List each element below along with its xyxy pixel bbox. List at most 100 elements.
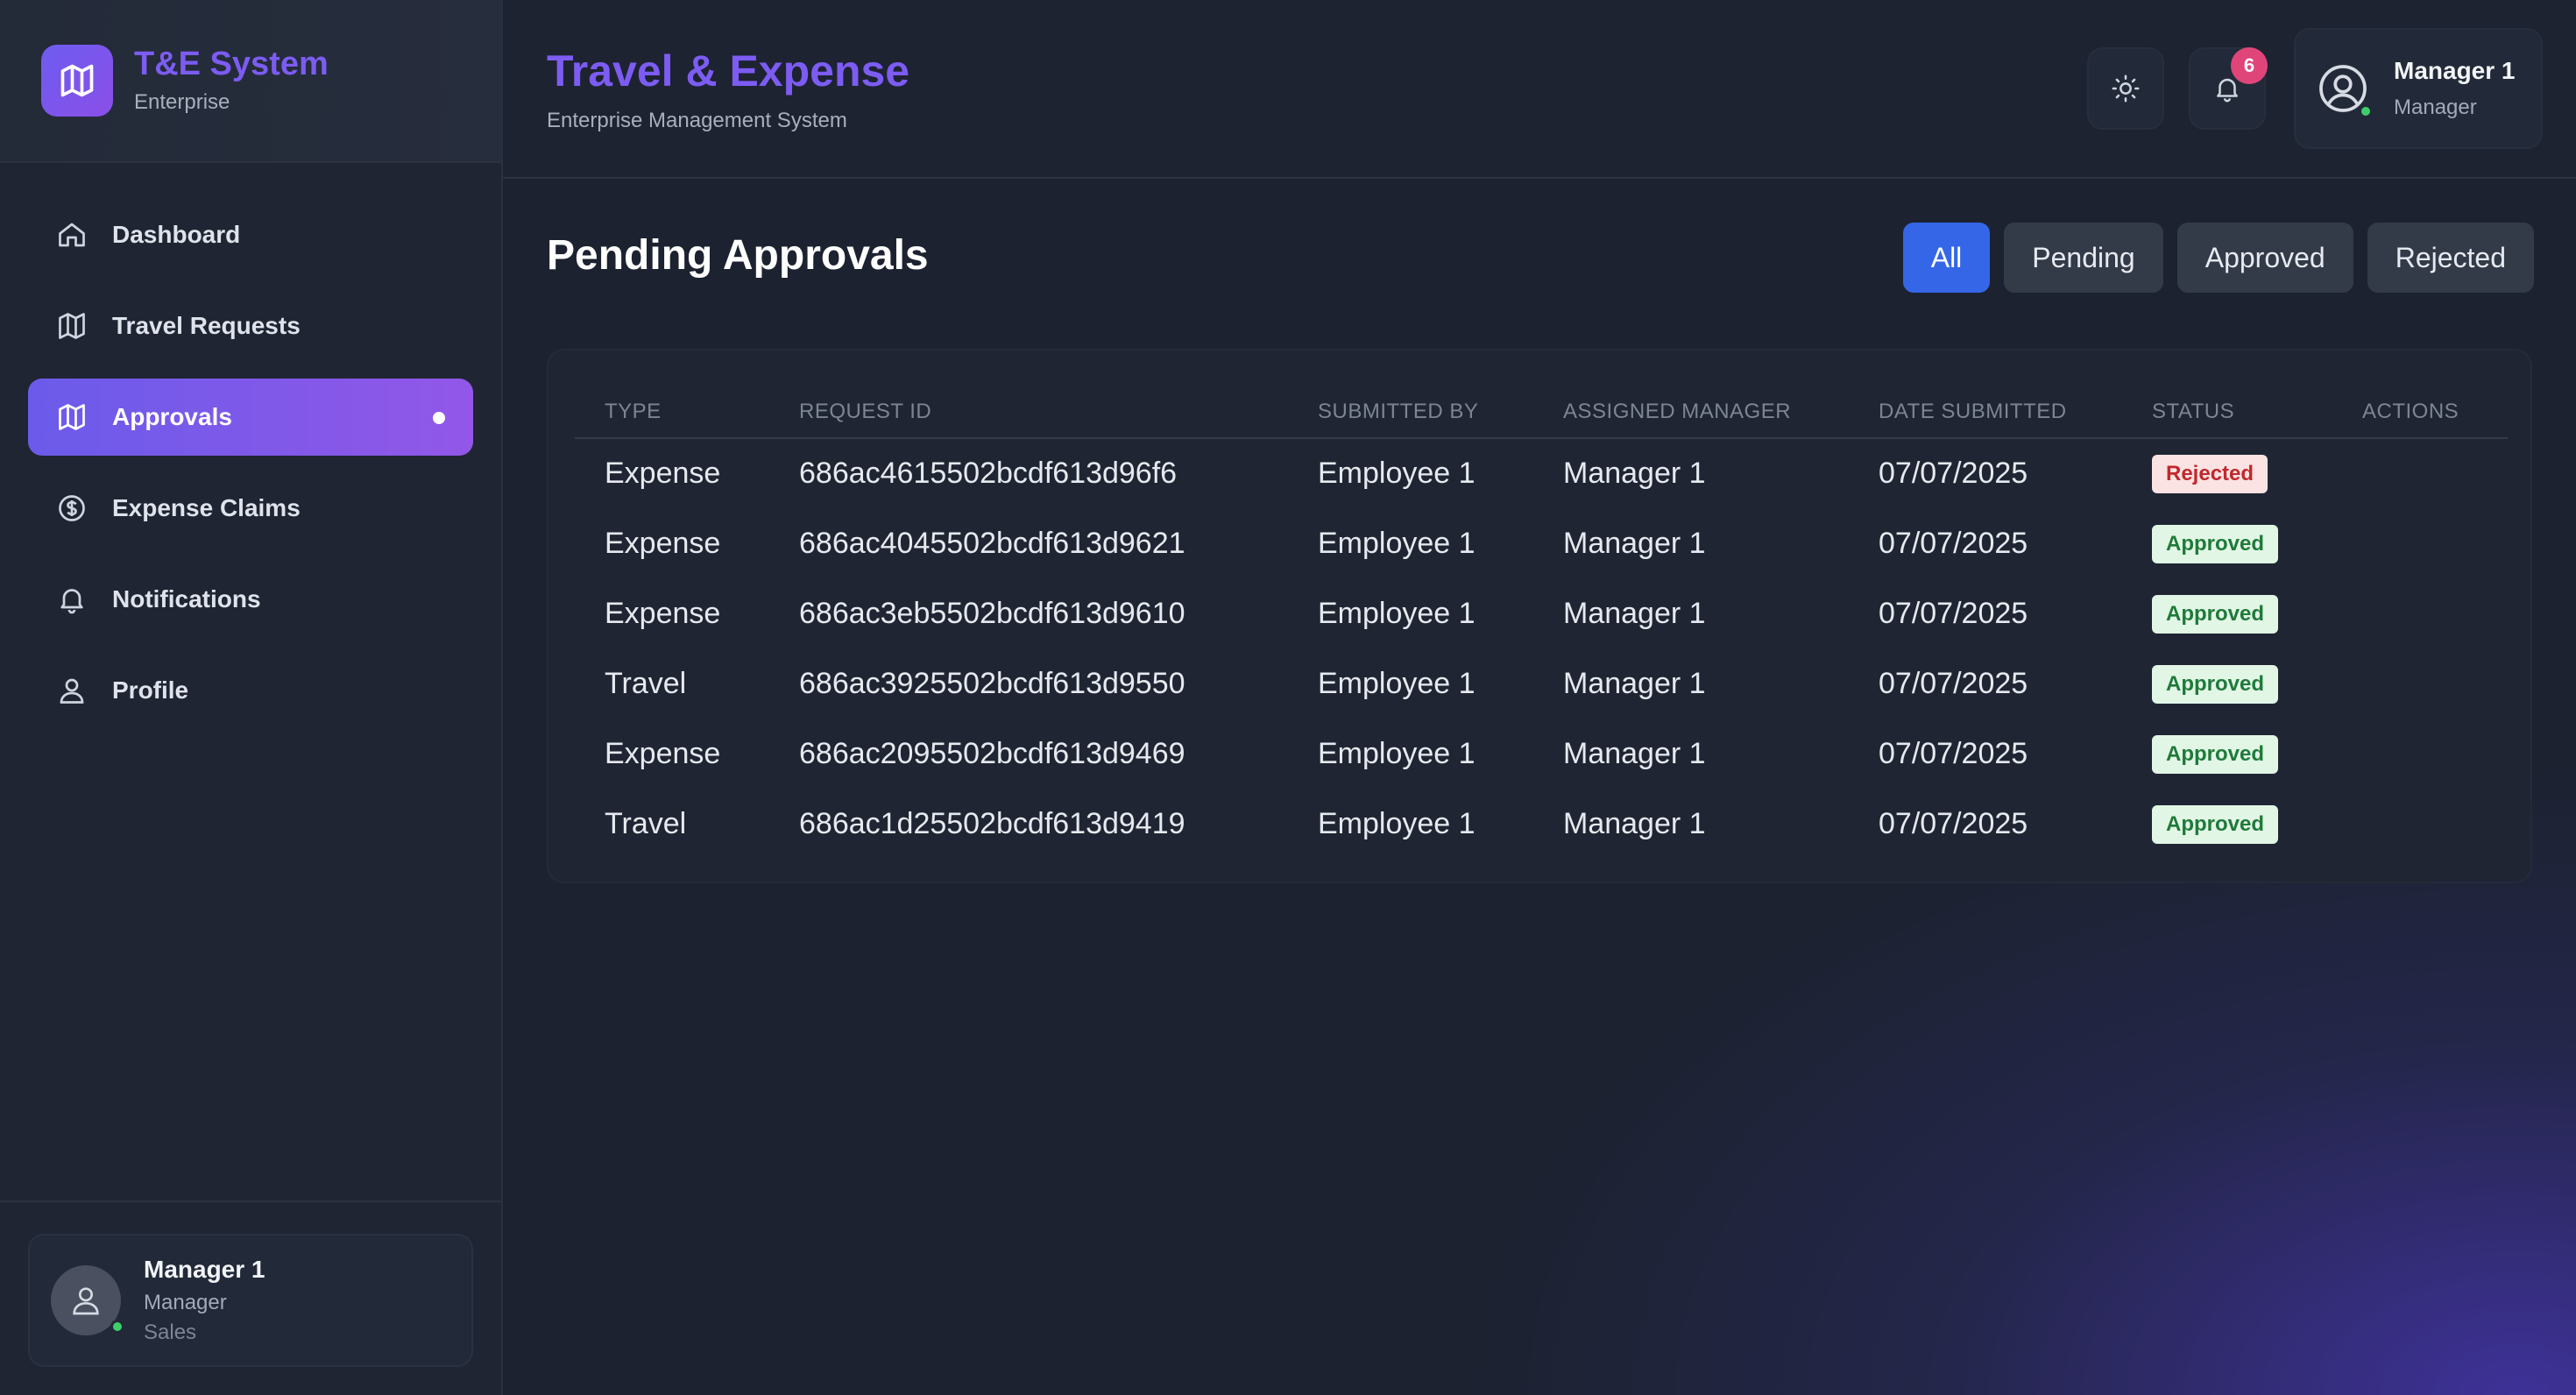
- column-header-actions: ACTIONS: [2332, 386, 2508, 439]
- sidebar-item-label: Expense Claims: [112, 494, 301, 521]
- section-title: Pending Approvals: [547, 232, 929, 279]
- user-icon: [73, 1287, 99, 1315]
- sidebar-item-profile[interactable]: Profile: [28, 652, 473, 729]
- sidebar-item-travel-requests[interactable]: Travel Requests: [28, 287, 473, 365]
- theme-toggle-button[interactable]: [2087, 47, 2164, 130]
- filter-pending-button[interactable]: Pending: [2004, 223, 2163, 293]
- active-indicator-dot: [433, 412, 445, 424]
- sidebar-item-label: Notifications: [112, 585, 261, 613]
- cell-status: Rejected: [2122, 438, 2332, 508]
- bell-icon: [60, 589, 83, 614]
- status-filter-group: All Pending Approved Rejected: [1889, 223, 2534, 293]
- table-row[interactable]: Expense 686ac4615502bcdf613d96f6 Employe…: [575, 438, 2508, 508]
- cell-type: Expense: [605, 526, 721, 560]
- column-header-request-id[interactable]: REQUEST ID: [769, 386, 1288, 439]
- top-header: Travel & Expense Enterprise Management S…: [503, 0, 2576, 179]
- user-role: Manager: [144, 1291, 227, 1314]
- column-header-status[interactable]: STATUS: [2122, 386, 2332, 439]
- brand-title: T&E System: [134, 46, 329, 83]
- header-user-menu[interactable]: Manager 1 Manager: [2294, 28, 2543, 149]
- approvals-table: TYPE REQUEST ID SUBMITTED BY ASSIGNED MA…: [575, 386, 2508, 859]
- brand[interactable]: T&E System Enterprise: [0, 0, 501, 163]
- cell-manager: Manager 1: [1563, 596, 1706, 630]
- table-row[interactable]: Expense 686ac3eb5502bcdf613d9610 Employe…: [575, 578, 2508, 648]
- home-icon: [59, 223, 85, 247]
- sidebar: T&E System Enterprise Dashboard Travel R…: [0, 0, 503, 1395]
- map-icon: [41, 45, 113, 117]
- cell-status: Approved: [2122, 578, 2332, 648]
- cell-submitted-by: Employee 1: [1318, 457, 1476, 490]
- cell-actions: [2332, 508, 2508, 578]
- approvals-table-card: TYPE REQUEST ID SUBMITTED BY ASSIGNED MA…: [547, 349, 2532, 883]
- cell-date: 07/07/2025: [1879, 736, 2028, 770]
- column-header-assigned-manager[interactable]: ASSIGNED MANAGER: [1533, 386, 1849, 439]
- cell-actions: [2332, 438, 2508, 508]
- sidebar-item-expense-claims[interactable]: Expense Claims: [28, 470, 473, 547]
- notification-count-badge: 6: [2231, 47, 2268, 84]
- main-content: Travel & Expense Enterprise Management S…: [503, 0, 2576, 1395]
- column-header-type[interactable]: TYPE: [575, 386, 769, 439]
- cell-actions: [2332, 648, 2508, 719]
- cell-actions: [2332, 789, 2508, 859]
- cell-status: Approved: [2122, 508, 2332, 578]
- notifications-button[interactable]: 6: [2189, 47, 2268, 130]
- filter-approved-button[interactable]: Approved: [2176, 223, 2353, 293]
- filter-rejected-button[interactable]: Rejected: [2367, 223, 2534, 293]
- cell-date: 07/07/2025: [1879, 457, 2028, 490]
- cell-date: 07/07/2025: [1879, 596, 2028, 630]
- page-title: Travel & Expense: [547, 46, 910, 96]
- cell-type: Expense: [605, 596, 721, 630]
- sidebar-item-dashboard[interactable]: Dashboard: [28, 196, 473, 273]
- sidebar-item-notifications[interactable]: Notifications: [28, 561, 473, 638]
- header-user-name: Manager 1: [2394, 57, 2516, 84]
- status-badge: Rejected: [2152, 455, 2268, 493]
- user-department: Sales: [144, 1321, 197, 1344]
- cell-date: 07/07/2025: [1879, 666, 2028, 700]
- table-row[interactable]: Travel 686ac3925502bcdf613d9550 Employee…: [575, 648, 2508, 719]
- online-status-dot: [110, 1320, 124, 1334]
- cell-status: Approved: [2122, 719, 2332, 789]
- cell-type: Travel: [605, 666, 687, 700]
- column-header-submitted-by[interactable]: SUBMITTED BY: [1288, 386, 1533, 439]
- cell-request-id: 686ac1d25502bcdf613d9419: [799, 806, 1185, 840]
- avatar: [51, 1265, 124, 1335]
- sidebar-item-label: Travel Requests: [112, 312, 301, 339]
- status-badge: Approved: [2152, 594, 2279, 634]
- dollar-circle-icon: [59, 495, 85, 521]
- cell-submitted-by: Employee 1: [1318, 666, 1476, 700]
- cell-manager: Manager 1: [1563, 526, 1706, 560]
- sidebar-user-card[interactable]: Manager 1 Manager Sales: [28, 1234, 473, 1367]
- table-row[interactable]: Expense 686ac2095502bcdf613d9469 Employe…: [575, 719, 2508, 789]
- cell-status: Approved: [2122, 648, 2332, 719]
- cell-request-id: 686ac4045502bcdf613d9621: [799, 526, 1185, 560]
- table-row[interactable]: Expense 686ac4045502bcdf613d9621 Employe…: [575, 508, 2508, 578]
- cell-type: Expense: [605, 457, 721, 490]
- sidebar-item-approvals[interactable]: Approvals: [28, 379, 473, 456]
- cell-submitted-by: Employee 1: [1318, 806, 1476, 840]
- sidebar-item-label: Profile: [112, 676, 189, 704]
- sun-icon: [2112, 74, 2140, 103]
- table-row[interactable]: Travel 686ac1d25502bcdf613d9419 Employee…: [575, 789, 2508, 859]
- page-subtitle: Enterprise Management System: [547, 109, 847, 132]
- filter-all-button[interactable]: All: [1902, 223, 1991, 293]
- cell-manager: Manager 1: [1563, 666, 1706, 700]
- sidebar-nav: Dashboard Travel Requests Approvals Expe…: [0, 163, 501, 729]
- cell-actions: [2332, 719, 2508, 789]
- cell-request-id: 686ac3eb5502bcdf613d9610: [799, 596, 1185, 630]
- cell-date: 07/07/2025: [1879, 526, 2028, 560]
- cell-manager: Manager 1: [1563, 736, 1706, 770]
- sidebar-footer: Manager 1 Manager Sales: [0, 1200, 501, 1395]
- sidebar-item-label: Approvals: [112, 403, 232, 430]
- cell-submitted-by: Employee 1: [1318, 526, 1476, 560]
- cell-date: 07/07/2025: [1879, 806, 2028, 840]
- cell-type: Travel: [605, 806, 687, 840]
- cell-request-id: 686ac4615502bcdf613d96f6: [799, 457, 1178, 490]
- column-header-date-submitted[interactable]: DATE SUBMITTED: [1849, 386, 2122, 439]
- cell-manager: Manager 1: [1563, 806, 1706, 840]
- cell-manager: Manager 1: [1563, 457, 1706, 490]
- status-badge: Approved: [2152, 804, 2279, 844]
- user-name: Manager 1: [144, 1256, 265, 1283]
- sidebar-item-label: Dashboard: [112, 221, 241, 248]
- status-badge: Approved: [2152, 524, 2279, 563]
- cell-request-id: 686ac2095502bcdf613d9469: [799, 736, 1185, 770]
